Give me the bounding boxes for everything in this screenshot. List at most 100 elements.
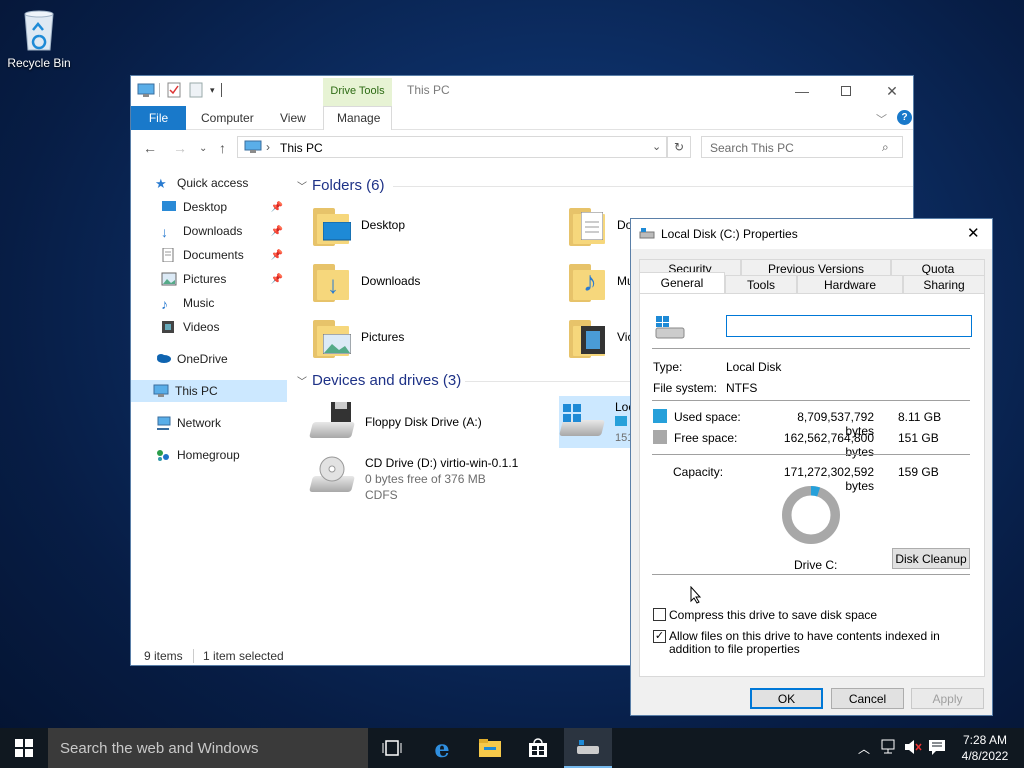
maximize-button[interactable] [823,76,869,106]
help-icon[interactable]: ? [897,110,912,125]
index-label: Allow files on this drive to have conten… [669,629,940,656]
apply-button[interactable]: Apply [911,688,984,709]
navigation-pane: ★ Quick access Desktop 📌 ↓ Downloads 📌 D… [131,172,289,642]
file-explorer-button[interactable] [466,728,514,768]
folder-desktop[interactable]: Desktop [313,204,405,246]
folders-collapse-icon[interactable]: ﹀ [297,178,307,193]
store-button[interactable] [514,728,562,768]
tab-manage[interactable]: Manage [337,111,380,125]
action-center-icon[interactable] [928,739,946,758]
back-icon[interactable]: ← [143,140,157,156]
nav-item-desktop[interactable]: Desktop 📌 [161,196,287,218]
pictures-icon [161,272,177,286]
minimize-button[interactable]: — [779,76,825,106]
volume-muted-icon[interactable] [904,739,922,758]
compress-checkbox[interactable] [653,608,666,621]
search-input[interactable]: Search This PC ⌕ [701,136,903,158]
tab-tools[interactable]: Tools [725,275,797,293]
address-dropdown-icon[interactable]: ⌄ [652,140,661,153]
tab-computer[interactable]: Computer [201,111,254,125]
floppy-drive-icon [309,402,355,442]
qat-dropdown-icon[interactable]: ▾ [210,85,215,96]
ribbon-expand-icon[interactable]: ﹀ [876,111,887,127]
clock[interactable]: 7:28 AM 4/8/2022 [955,732,1015,764]
recycle-bin[interactable]: Recycle Bin [4,6,74,70]
capacity-size: 159 GB [898,465,939,479]
nav-item-videos[interactable]: Videos [161,316,287,338]
tray-overflow-icon[interactable]: ︿ [858,740,870,757]
edge-button[interactable]: e [418,728,466,768]
forward-icon[interactable]: → [173,140,187,156]
search-icon: ⌕ [882,140,889,154]
nav-homegroup[interactable]: Homegroup [155,444,285,466]
nav-onedrive[interactable]: OneDrive [155,348,285,370]
cd-drive-icon [309,456,355,496]
nav-item-music[interactable]: ♪ Music [161,292,287,314]
taskbar-search[interactable]: Search the web and Windows [48,728,368,768]
network-tray-icon[interactable] [880,739,896,758]
tab-hardware[interactable]: Hardware [797,275,903,293]
general-panel: Type: Local Disk File system: NTFS Used … [639,293,985,677]
recent-locations-icon[interactable]: ⌄ [199,143,207,154]
folder-downloads[interactable]: ↓ Downloads [313,260,420,302]
pin-icon[interactable]: 📌 [271,274,283,285]
mouse-cursor-icon [690,585,702,607]
type-label: Type: [653,360,683,374]
drive-local-selected[interactable]: Loc 151 [559,396,634,448]
filesystem-value: NTFS [726,381,758,395]
properties-titlebar: Local Disk (C:) Properties ✕ [631,219,992,249]
tab-view[interactable]: View [280,111,306,125]
nav-this-pc[interactable]: This PC [131,380,287,402]
divider [652,400,970,401]
disk-cleanup-button[interactable]: Disk Cleanup [892,548,970,569]
address-text: This PC [280,141,323,155]
close-button[interactable]: ✕ [869,76,915,106]
tab-sharing[interactable]: Sharing [903,275,985,293]
task-view-button[interactable] [368,728,416,768]
pin-icon[interactable]: 📌 [271,226,283,237]
cancel-button[interactable]: Cancel [831,688,904,709]
nav-item-pictures[interactable]: Pictures 📌 [161,268,287,290]
drive-cd[interactable]: CD Drive (D:) virtio-win-0.1.1 0 bytes f… [309,456,518,502]
tab-file[interactable]: File [131,106,186,130]
music-folder-icon: ♪ [569,260,607,302]
drive-tools-label: Drive Tools [330,85,385,97]
pin-icon[interactable]: 📌 [271,250,283,261]
drive-usage-bar [615,416,627,426]
drive-properties-task[interactable] [564,728,612,768]
drive-floppy[interactable]: Floppy Disk Drive (A:) [309,402,482,442]
star-icon: ★ [155,176,167,191]
videos-icon [161,320,177,334]
properties-close-icon[interactable]: ✕ [967,224,980,242]
quick-access-toolbar: ▾ [137,82,222,98]
properties-icon[interactable] [166,82,182,98]
task-view-icon [382,740,402,756]
nav-item-documents[interactable]: Documents 📌 [161,244,287,266]
ok-button[interactable]: OK [750,688,823,709]
nav-quick-access[interactable]: ★ Quick access [155,172,285,194]
folders-header[interactable]: Folders (6) [312,177,385,194]
new-folder-icon[interactable] [188,82,204,98]
refresh-button[interactable]: ↻ [667,136,691,158]
devices-collapse-icon[interactable]: ﹀ [297,373,307,388]
index-checkbox[interactable]: ✓ [653,630,666,643]
download-arrow-icon: ↓ [327,272,339,299]
nav-network[interactable]: Network [155,412,285,434]
status-item-count: 9 items [144,649,183,663]
start-button[interactable] [0,728,48,768]
address-bar[interactable]: › This PC ⌄ [237,136,667,158]
pin-icon[interactable]: 📌 [271,202,283,213]
up-icon[interactable]: ↑ [219,140,226,156]
folder-music[interactable]: ♪ Mu [569,260,634,302]
address-row: ← → ⌄ ↑ › This PC ⌄ ↻ Search This PC ⌕ [131,130,913,166]
downloads-icon: ↓ [161,224,168,240]
folder-pictures[interactable]: Pictures [313,316,404,358]
tab-general[interactable]: General [639,272,725,293]
folder-icon [479,739,501,757]
devices-header[interactable]: Devices and drives (3) [312,372,461,389]
folder-documents[interactable]: Do [569,204,632,246]
nav-item-downloads[interactable]: ↓ Downloads 📌 [161,220,287,242]
folder-videos[interactable]: Vic [569,316,633,358]
drive-name-input[interactable] [726,315,972,337]
taskbar-search-placeholder: Search the web and Windows [60,739,259,757]
